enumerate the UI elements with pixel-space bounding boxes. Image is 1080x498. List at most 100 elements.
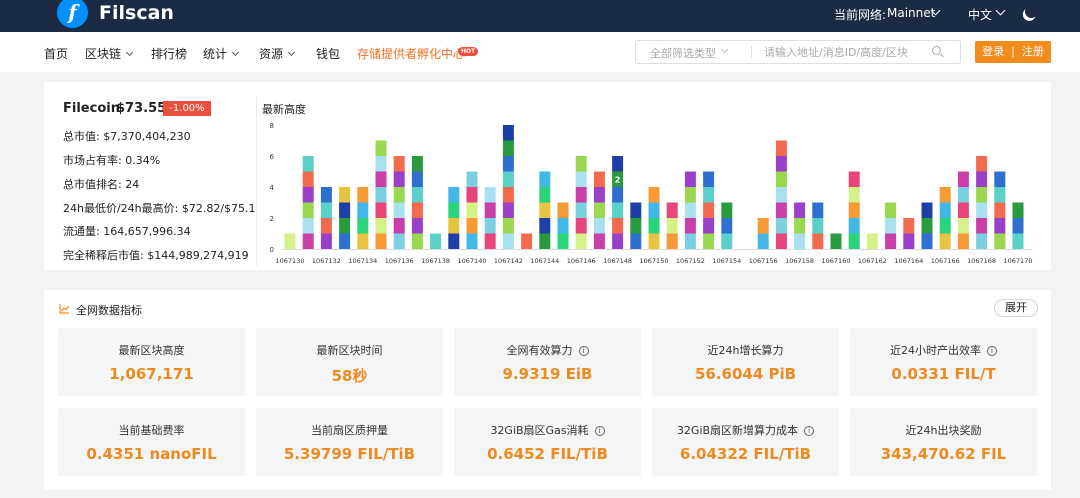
bar-segment[interactable] [411,218,423,234]
bar-segment[interactable] [502,140,514,157]
bar-segment[interactable] [339,218,351,234]
bar-segment[interactable] [1012,218,1024,234]
bar-segment[interactable] [976,218,988,234]
bar-segment[interactable] [448,218,460,234]
bar-segment[interactable] [939,202,951,219]
chart-bar[interactable] [302,156,314,250]
chart-bar[interactable] [976,156,988,250]
bar-segment[interactable] [721,218,733,234]
register-link[interactable]: 注册 [1022,45,1044,58]
bar-segment[interactable] [666,233,678,250]
nav-item-resources[interactable]: 资源 [259,45,296,62]
bar-segment[interactable] [502,218,514,234]
chart-bar[interactable] [812,202,824,250]
bar-segment[interactable] [320,202,332,219]
bar-segment[interactable] [539,233,551,250]
bar-segment[interactable] [393,218,405,234]
info-icon[interactable]: i [594,426,605,436]
bar-segment[interactable] [703,171,715,188]
bar-segment[interactable] [939,218,951,234]
bar-segment[interactable] [775,187,787,203]
bar-segment[interactable] [339,233,351,250]
chart-bar[interactable] [320,187,332,249]
bar-segment[interactable] [284,233,296,250]
bar-segment[interactable] [703,187,715,203]
chart-bar[interactable] [703,171,715,250]
bar-segment[interactable] [593,202,605,219]
bar-segment[interactable] [502,187,514,203]
bar-segment[interactable] [448,233,460,250]
bar-segment[interactable] [994,187,1006,203]
chart-bar[interactable] [866,233,878,250]
bar-segment[interactable] [375,218,387,234]
bar-segment[interactable] [357,187,369,203]
chevron-down-icon[interactable] [720,45,729,54]
bar-segment[interactable] [957,233,969,250]
bar-segment[interactable] [557,233,569,250]
bar-segment[interactable] [575,187,587,203]
chart-bar[interactable] [411,156,423,249]
bar-segment[interactable] [957,171,969,188]
bar-segment[interactable] [575,218,587,234]
bar-segment[interactable] [302,202,314,219]
bar-segment[interactable] [848,202,860,219]
bar-segment[interactable] [703,233,715,250]
search-type-select[interactable]: 全部筛选类型 [650,45,716,61]
bar-segment[interactable] [448,187,460,203]
chart-bar[interactable] [357,187,369,250]
chart-bar[interactable] [903,218,915,249]
bar-segment[interactable] [375,140,387,157]
login-register-button[interactable]: 登录 | 注册 [975,41,1051,63]
bar-segment[interactable] [466,202,478,219]
bar-segment[interactable] [648,202,660,219]
bar-segment[interactable] [357,233,369,250]
bar-segment[interactable] [703,202,715,219]
bar-segment[interactable] [976,233,988,250]
bar-segment[interactable] [339,187,351,203]
chart-bar[interactable] [757,218,769,249]
bar-segment[interactable] [411,156,423,172]
bar-segment[interactable] [375,202,387,219]
login-link[interactable]: 登录 [982,45,1004,58]
bar-segment[interactable] [994,171,1006,188]
bar-segment[interactable] [648,218,660,234]
chart-bar[interactable] [921,202,933,250]
bar-segment[interactable] [502,171,514,188]
bar-segment[interactable] [539,218,551,234]
bar-segment[interactable] [994,233,1006,250]
bar-segment[interactable] [957,187,969,203]
bar-segment[interactable] [302,233,314,250]
bar-segment[interactable] [921,233,933,250]
bar-segment[interactable] [575,233,587,250]
bar-segment[interactable] [393,171,405,188]
bar-segment[interactable] [921,202,933,219]
bar-segment[interactable] [484,202,496,219]
bar-segment[interactable] [976,156,988,172]
bar-segment[interactable] [411,202,423,219]
bar-segment[interactable] [557,218,569,234]
bar-segment[interactable] [375,171,387,188]
bar-segment[interactable] [848,233,860,250]
nav-item-home[interactable]: 首页 [44,45,68,62]
language-selector[interactable]: 中文 [968,6,992,23]
bar-segment[interactable] [648,233,660,250]
bar-segment[interactable] [375,187,387,203]
network-selector[interactable]: Mainnet [887,6,935,20]
bar-segment[interactable] [812,233,824,250]
bar-segment[interactable] [775,233,787,250]
bar-segment[interactable] [976,171,988,188]
bar-segment[interactable] [721,202,733,219]
chart-bar[interactable] [1012,202,1024,250]
bar-segment[interactable] [885,218,897,234]
bar-segment[interactable] [357,218,369,234]
language-chevron-down-icon[interactable] [995,5,1006,16]
bar-segment[interactable] [812,218,824,234]
bar-segment[interactable] [939,187,951,203]
bar-segment[interactable] [484,187,496,203]
chart-bar[interactable] [630,202,642,250]
chart-bar[interactable] [794,202,806,250]
bar-segment[interactable] [302,187,314,203]
chart-bar[interactable] [502,125,514,249]
bar-segment[interactable] [375,233,387,250]
bar-segment[interactable] [339,202,351,219]
